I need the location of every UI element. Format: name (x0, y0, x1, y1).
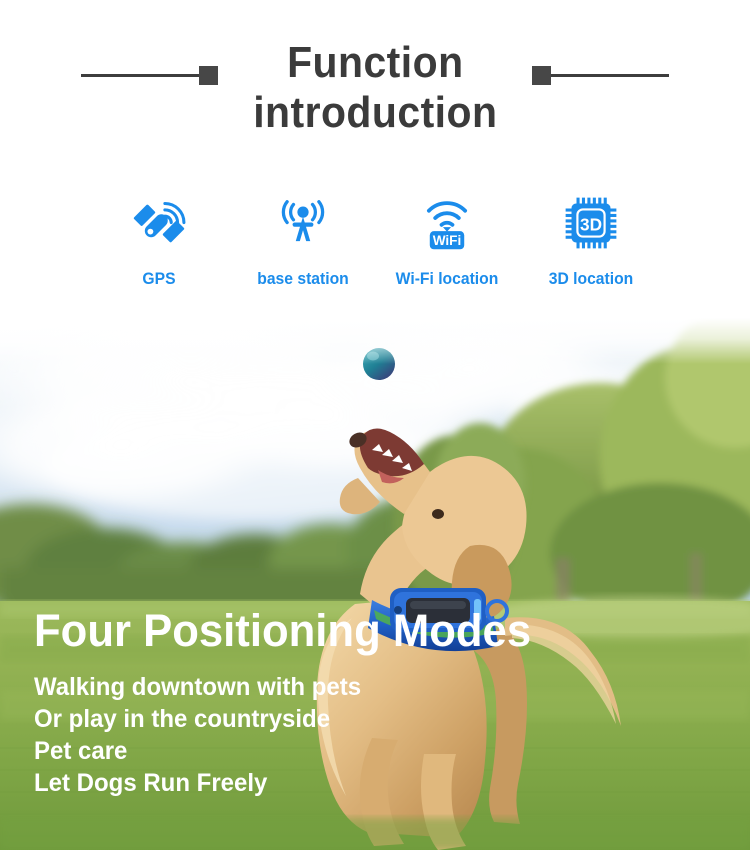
header-inner: Function introduction (0, 38, 750, 138)
feature-item-gps: GPS (87, 192, 231, 289)
foreground-grass (0, 818, 750, 850)
feature-item-base-station: base station (231, 192, 375, 289)
cell-tower-icon (231, 192, 375, 254)
ornament-square-icon (532, 66, 552, 85)
chip-badge-text: 3D (580, 214, 602, 234)
chip-3d-icon: 3D (519, 192, 663, 254)
page-title-line-2: introduction (252, 88, 498, 137)
header-section: Function introduction (0, 0, 750, 175)
page-title: Function introduction (218, 38, 533, 138)
feature-item-3d: 3D 3D location (519, 192, 663, 289)
overlay-sublines: Walking downtown with pets Or play in th… (34, 671, 654, 799)
thrown-ball (363, 348, 395, 380)
ornament-line-icon (80, 74, 199, 77)
ornament-square-icon (198, 66, 218, 85)
feature-label-wifi: Wi-Fi location (395, 270, 499, 288)
overlay-headline: Four Positioning Modes (34, 605, 532, 656)
feature-label-gps: GPS (142, 270, 176, 288)
page-title-line-1: Function (286, 38, 464, 87)
product-feature-banner: Function introduction GPS base station W… (0, 0, 750, 850)
wifi-badge-text: WiFi (433, 233, 462, 248)
overlay-subline-3: Pet care (34, 737, 128, 765)
feature-label-3d: 3D location (548, 270, 634, 288)
overlay-subline-1: Walking downtown with pets (34, 673, 362, 701)
feature-list: GPS base station WiFi Wi-Fi location 3D … (0, 192, 750, 289)
ornament-line-icon (551, 74, 670, 77)
overlay-subline-2: Or play in the countryside (34, 705, 331, 733)
feature-item-wifi: WiFi Wi-Fi location (375, 192, 519, 289)
wifi-badge-icon: WiFi (375, 192, 519, 254)
ornament-right (532, 66, 670, 85)
overlay-subline-4: Let Dogs Run Freely (34, 769, 268, 797)
ornament-left (80, 66, 218, 85)
overlay-text-block: Four Positioning Modes Walking downtown … (34, 605, 654, 799)
satellite-icon (87, 192, 231, 254)
feature-label-base-station: base station (257, 270, 349, 288)
